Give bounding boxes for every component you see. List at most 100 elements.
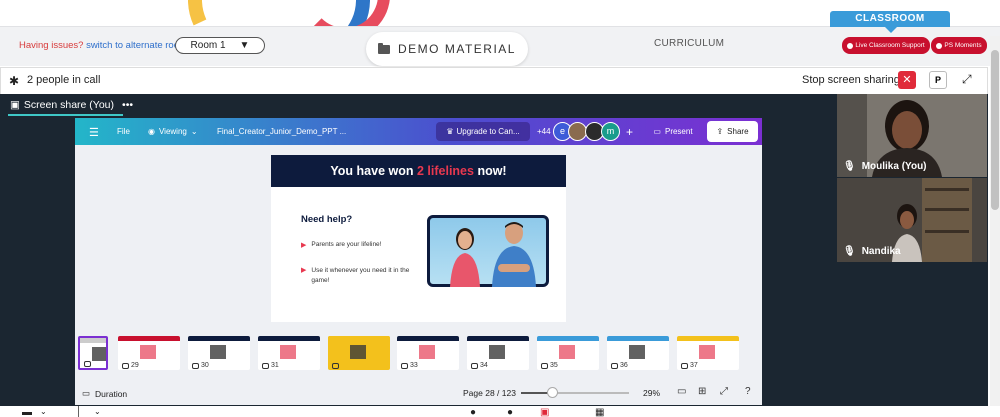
slide-thumbnail[interactable]: 30 xyxy=(188,336,250,370)
present-icon: ▭ xyxy=(653,127,661,136)
thumbnail-comment-count xyxy=(332,363,341,369)
screen-share-tab[interactable]: ▣ Screen share (You) ••• xyxy=(10,99,133,111)
pages-view-icon[interactable]: ▭ xyxy=(677,386,686,397)
live-classroom-support-button[interactable]: Live Classroom Support xyxy=(842,37,930,54)
thumbnail-comment-count: 31 xyxy=(262,362,279,369)
viewing-menu[interactable]: ◉ Viewing ⌄ xyxy=(148,127,198,136)
upgrade-button[interactable]: ♛ Upgrade to Can... xyxy=(436,122,530,141)
zoom-slider-knob[interactable] xyxy=(547,387,558,398)
duration-label: Duration xyxy=(95,388,128,399)
comment-icon xyxy=(262,362,269,369)
thumbnail-comment-count: 33 xyxy=(401,362,418,369)
screen-share-tab-label: Screen share (You) xyxy=(23,99,115,111)
mic-icon[interactable]: │ xyxy=(76,407,82,417)
participants-icon[interactable]: ● xyxy=(507,407,513,417)
document-title[interactable]: Final_Creator_Junior_Demo_PPT ... xyxy=(217,127,346,136)
slide-thumbnail[interactable]: 29 xyxy=(118,336,180,370)
fullscreen-icon[interactable]: ⤢ xyxy=(720,386,728,397)
ps-moments-button[interactable]: PS Moments xyxy=(931,37,987,54)
thumbnail-preview xyxy=(280,345,296,359)
folder-icon xyxy=(378,42,391,54)
people-count: 2 people in call xyxy=(27,74,101,86)
thumbnail-comment-count: 37 xyxy=(681,362,698,369)
participant-video-nandika[interactable]: 🎙 Nandika xyxy=(837,178,987,262)
zoom-level[interactable]: 29% xyxy=(643,388,660,398)
thumbnail-preview xyxy=(92,347,106,361)
upgrade-label: Upgrade to Can... xyxy=(456,127,520,136)
thumbnail-comment-count xyxy=(84,361,93,367)
person-icon[interactable]: ● xyxy=(470,407,476,417)
thumbnail-header xyxy=(118,336,180,341)
bullet-arrow-icon: ▶ xyxy=(301,242,307,249)
collaborator-avatar-m[interactable]: m xyxy=(601,122,620,141)
present-button[interactable]: ▭ Present xyxy=(645,122,701,141)
thumbnail-header xyxy=(397,336,459,341)
slide-thumbnail[interactable]: 35 xyxy=(537,336,599,370)
thumbnail-header xyxy=(537,336,599,341)
mother-figure xyxy=(450,228,480,287)
thumbnail-preview xyxy=(140,345,156,359)
slide-thumbnail[interactable]: 33 xyxy=(397,336,459,370)
bottom-control-strip xyxy=(0,406,1000,417)
thumbnail-preview xyxy=(699,345,715,359)
thumbnail-number: 30 xyxy=(201,362,209,369)
slide-title-post: now! xyxy=(473,164,507,178)
curriculum-tab[interactable]: CURRICULUM xyxy=(654,38,724,49)
participant-name-2: 🎙 Nandika xyxy=(843,246,901,257)
slide-bullet-2: ▶ Use it whenever you need it in the game… xyxy=(301,266,421,286)
gear-icon[interactable]: ✱ xyxy=(9,74,19,88)
expand-icon[interactable]: ⤢ xyxy=(962,72,972,87)
comment-icon xyxy=(471,362,478,369)
participant-label-2: Nandika xyxy=(861,246,901,257)
thumbnail-header xyxy=(80,338,106,343)
thumbnail-number: 29 xyxy=(131,362,139,369)
hamburger-menu-icon[interactable]: ☰ xyxy=(89,126,99,139)
classroom-tab[interactable]: CLASSROOM xyxy=(830,11,950,33)
thumbnail-comment-count: 30 xyxy=(192,362,209,369)
keyboard-icon[interactable]: ▦ xyxy=(595,407,604,417)
share-icon: ⇪ xyxy=(716,127,724,136)
duration-button[interactable]: ▭ Duration xyxy=(82,388,127,399)
thumbnail-header xyxy=(328,336,390,341)
slide-title-pre: You have won xyxy=(330,164,417,178)
thumbnail-number: 31 xyxy=(271,362,279,369)
camera-icon[interactable]: ▬ xyxy=(22,407,32,417)
active-tab-indicator xyxy=(8,114,123,116)
thumbnail-preview xyxy=(489,345,505,359)
demo-label: DEMO MATERIAL xyxy=(398,42,516,56)
more-options-icon[interactable]: ••• xyxy=(122,99,133,111)
thumbnail-number: 37 xyxy=(690,362,698,369)
slide-bullet-1: ▶ Parents are your lifeline! xyxy=(301,241,381,249)
stop-sharing-close-button[interactable]: ✕ xyxy=(898,71,916,89)
share-button[interactable]: ⇪ Share xyxy=(707,121,758,142)
page-indicator: Page 28 / 123 xyxy=(463,388,516,398)
slide-thumbnail[interactable]: 36 xyxy=(607,336,669,370)
grid-view-icon[interactable]: ⊞ xyxy=(698,386,706,397)
issues-notice: Having issues? switch to alternate room xyxy=(19,40,187,51)
slide-thumbnail[interactable]: 37 xyxy=(677,336,739,370)
slide-thumbnail[interactable] xyxy=(78,336,108,370)
thumbnail-comment-count: 35 xyxy=(541,362,558,369)
bullet-arrow-icon: ▶ xyxy=(301,267,307,274)
slide-thumbnail[interactable]: 31 xyxy=(258,336,320,370)
participant-label-1: Moulika (You) xyxy=(861,161,927,172)
slide-title-highlight: 2 lifelines xyxy=(416,164,474,178)
need-help-heading: Need help? xyxy=(301,214,353,225)
chevron-down-icon[interactable]: ⌄ xyxy=(94,407,101,416)
slide-thumbnail[interactable] xyxy=(328,336,390,370)
participant-video-moulika[interactable]: 🎙 Moulika (You) xyxy=(837,94,987,177)
stop-share-icon[interactable]: ▣ xyxy=(540,407,549,417)
room-selector[interactable]: Room 1 ▼ xyxy=(175,37,265,54)
switch-room-link[interactable]: switch to alternate room xyxy=(86,40,187,51)
slide-thumbnail[interactable]: 34 xyxy=(467,336,529,370)
add-collaborator-icon[interactable]: + xyxy=(626,125,633,139)
p-button[interactable]: P xyxy=(929,71,947,89)
stop-screen-sharing-label[interactable]: Stop screen sharing xyxy=(802,74,900,86)
file-menu[interactable]: File xyxy=(117,127,130,136)
demo-material-button[interactable]: DEMO MATERIAL xyxy=(366,32,528,66)
chevron-down-icon[interactable]: ⌄ xyxy=(40,407,47,416)
help-icon[interactable]: ? xyxy=(745,386,751,397)
extra-collaborators-count[interactable]: +44 xyxy=(537,127,551,136)
scrollbar-thumb[interactable] xyxy=(991,50,999,210)
thumbnail-header xyxy=(188,336,250,341)
